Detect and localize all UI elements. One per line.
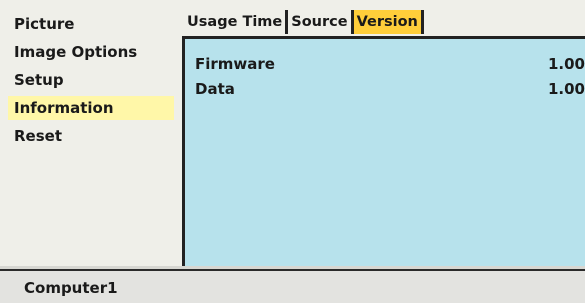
osd-menu-window: Picture Image Options Setup Information …	[0, 0, 585, 303]
data-label: Data	[195, 80, 235, 98]
tab-usage-time[interactable]: Usage Time	[184, 10, 289, 34]
main-menu: Picture Image Options Setup Information …	[0, 0, 180, 264]
version-panel: Firmware 1.00 Data 1.00	[182, 36, 585, 269]
data-row: Data 1.00	[195, 78, 585, 100]
data-value: 1.00	[547, 80, 585, 98]
firmware-label: Firmware	[195, 55, 275, 73]
tab-version[interactable]: Version	[353, 10, 424, 34]
tab-source[interactable]: Source	[288, 10, 354, 34]
firmware-value: 1.00	[547, 55, 585, 73]
menu-item-reset[interactable]: Reset	[14, 124, 174, 148]
firmware-row: Firmware 1.00	[195, 53, 585, 75]
tab-bar: Usage Time Source Version	[184, 10, 424, 36]
menu-item-setup[interactable]: Setup	[14, 68, 174, 92]
menu-item-information[interactable]: Information	[8, 96, 174, 120]
input-source-label: Computer1	[24, 279, 118, 297]
status-bar: Computer1	[0, 269, 585, 303]
menu-item-picture[interactable]: Picture	[14, 12, 174, 36]
menu-item-image-options[interactable]: Image Options	[14, 40, 174, 64]
